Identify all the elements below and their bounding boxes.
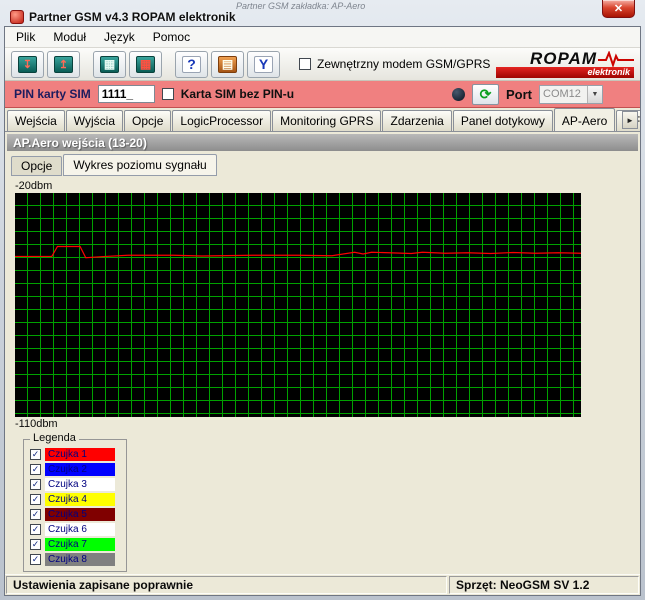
background-window-text: Partner GSM zakładka: AP-Aero — [236, 1, 365, 11]
connection-led-icon — [452, 88, 465, 101]
window-title: Partner GSM v4.3 ROPAM elektronik — [29, 10, 236, 24]
legend-color-label-4: Czujka 4 — [45, 493, 115, 506]
legend-color-label-7: Czujka 7 — [45, 538, 115, 551]
legend-checkbox-6[interactable]: ✓ — [30, 524, 41, 535]
logo-text: ROPAM — [530, 50, 597, 67]
status-bar: Ustawienia zapisane poprawnie Sprzęt: Ne… — [5, 574, 640, 595]
pin-bar: PIN karty SIM Karta SIM bez PIN-u ⟳ Port… — [5, 81, 640, 108]
legend-color-label-1: Czujka 1 — [45, 448, 115, 461]
monitor-alert-icon: ▦ — [136, 56, 155, 73]
app-window: Partner GSM zakładka: AP-Aero Partner GS… — [0, 0, 645, 600]
section-header: AP.Aero wejścia (13-20) — [7, 134, 638, 151]
tab-logicprocessor[interactable]: LogicProcessor — [172, 110, 271, 131]
port-select[interactable]: COM12 ▼ — [539, 85, 603, 104]
external-modem-checkbox[interactable] — [299, 58, 311, 70]
tab-bar: Wejścia Wyjścia Opcje LogicProcessor Mon… — [5, 108, 640, 132]
chart-svg — [15, 193, 581, 417]
legend-checkbox-7[interactable]: ✓ — [30, 539, 41, 550]
toolbar: ↧ ↥ ▦ ▦ ? ▤ Y Zewnętrzny modem GSM/GPRS … — [5, 48, 640, 81]
update-button[interactable]: ▤ — [211, 51, 244, 78]
chart-top-label: -20dbm — [15, 180, 638, 192]
monitor-button[interactable]: ▦ — [129, 51, 162, 78]
tab-wyjscia[interactable]: Wyjścia — [66, 110, 123, 131]
preview-button[interactable]: ▦ — [93, 51, 126, 78]
tab-ap-aero[interactable]: AP-Aero — [554, 108, 615, 132]
port-select-value: COM12 — [540, 88, 587, 100]
monitor-icon: ▦ — [100, 56, 119, 73]
tab-scroll-right-button[interactable]: ► — [622, 111, 638, 129]
menu-jezyk[interactable]: Język — [95, 27, 144, 47]
menu-plik[interactable]: Plik — [7, 27, 44, 47]
legend-checkbox-5[interactable]: ✓ — [30, 509, 41, 520]
chip-icon: ▤ — [218, 56, 237, 73]
help-icon: ? — [182, 56, 201, 73]
legend-checkbox-8[interactable]: ✓ — [30, 554, 41, 565]
legend-row: ✓ Czujka 4 — [30, 493, 120, 506]
signal-line — [15, 247, 581, 258]
legend-checkbox-4[interactable]: ✓ — [30, 494, 41, 505]
tab-wejscia[interactable]: Wejścia — [7, 110, 65, 131]
status-message: Ustawienia zapisane poprawnie — [6, 576, 447, 594]
port-group: ⟳ Port COM12 ▼ — [452, 84, 603, 105]
legend-row: ✓ Czujka 1 — [30, 448, 120, 461]
tab-opcje[interactable]: Opcje — [124, 110, 171, 131]
subtab-bar: Opcje Wykres poziomu sygnału — [11, 154, 638, 176]
port-label: Port — [506, 87, 532, 102]
no-pin-label: Karta SIM bez PIN-u — [181, 87, 294, 101]
chart-bottom-label: -110dbm — [15, 418, 638, 430]
menubar: Plik Moduł Język Pomoc — [5, 27, 640, 48]
upload-icon: ↥ — [54, 56, 73, 73]
tab-monitoring-gprs[interactable]: Monitoring GPRS — [272, 110, 381, 131]
legend-row: ✓ Czujka 3 — [30, 478, 120, 491]
legend-color-label-3: Czujka 3 — [45, 478, 115, 491]
legend-title: Legenda — [30, 432, 79, 444]
signal-chart — [15, 193, 581, 417]
download-icon: ↧ — [18, 56, 37, 73]
no-pin-checkbox[interactable] — [162, 88, 174, 100]
status-hardware: Sprzęt: NeoGSM SV 1.2 — [449, 576, 639, 594]
subtab-wykres[interactable]: Wykres poziomu sygnału — [63, 154, 216, 176]
client-area: Plik Moduł Język Pomoc ↧ ↥ ▦ ▦ ? ▤ Y Zew… — [4, 26, 641, 596]
legend-row: ✓ Czujka 5 — [30, 508, 120, 521]
refresh-icon: ⟳ — [480, 86, 492, 103]
logo-subtitle: elektronik — [496, 67, 634, 78]
menu-pomoc[interactable]: Pomoc — [144, 27, 199, 47]
legend-checkbox-1[interactable]: ✓ — [30, 449, 41, 460]
antenna-button[interactable]: Y — [247, 51, 280, 78]
tab-panel-dotykowy[interactable]: Panel dotykowy — [453, 110, 553, 131]
legend-color-label-2: Czujka 2 — [45, 463, 115, 476]
close-button[interactable]: ✕ — [602, 0, 635, 18]
help-button[interactable]: ? — [175, 51, 208, 78]
ropam-logo: ROPAM elektronik — [496, 50, 634, 78]
content-panel: AP.Aero wejścia (13-20) Opcje Wykres poz… — [5, 132, 640, 574]
legend-row: ✓ Czujka 8 — [30, 553, 120, 566]
tab-zdarzenia[interactable]: Zdarzenia — [382, 110, 451, 131]
refresh-ports-button[interactable]: ⟳ — [472, 84, 499, 105]
menu-modul[interactable]: Moduł — [44, 27, 95, 47]
pin-label: PIN karty SIM — [14, 87, 91, 101]
app-icon — [10, 10, 24, 24]
subtab-opcje[interactable]: Opcje — [11, 156, 62, 176]
legend-row: ✓ Czujka 2 — [30, 463, 120, 476]
legend-color-label-5: Czujka 5 — [45, 508, 115, 521]
antenna-icon: Y — [254, 56, 273, 73]
logo-pulse-icon — [598, 51, 634, 67]
chevron-down-icon: ▼ — [587, 86, 602, 103]
legend-color-label-6: Czujka 6 — [45, 523, 115, 536]
external-modem-label: Zewnętrzny modem GSM/GPRS — [317, 57, 490, 71]
legend-color-label-8: Czujka 8 — [45, 553, 115, 566]
legend-checkbox-3[interactable]: ✓ — [30, 479, 41, 490]
read-settings-button[interactable]: ↧ — [11, 51, 44, 78]
external-modem-group: Zewnętrzny modem GSM/GPRS — [299, 57, 490, 71]
legend-box: Legenda ✓ Czujka 1 ✓ Czujka 2 ✓ Czujka 3… — [23, 439, 127, 572]
legend-row: ✓ Czujka 7 — [30, 538, 120, 551]
pin-input[interactable] — [98, 85, 155, 103]
write-settings-button[interactable]: ↥ — [47, 51, 80, 78]
legend-checkbox-2[interactable]: ✓ — [30, 464, 41, 475]
legend-row: ✓ Czujka 6 — [30, 523, 120, 536]
